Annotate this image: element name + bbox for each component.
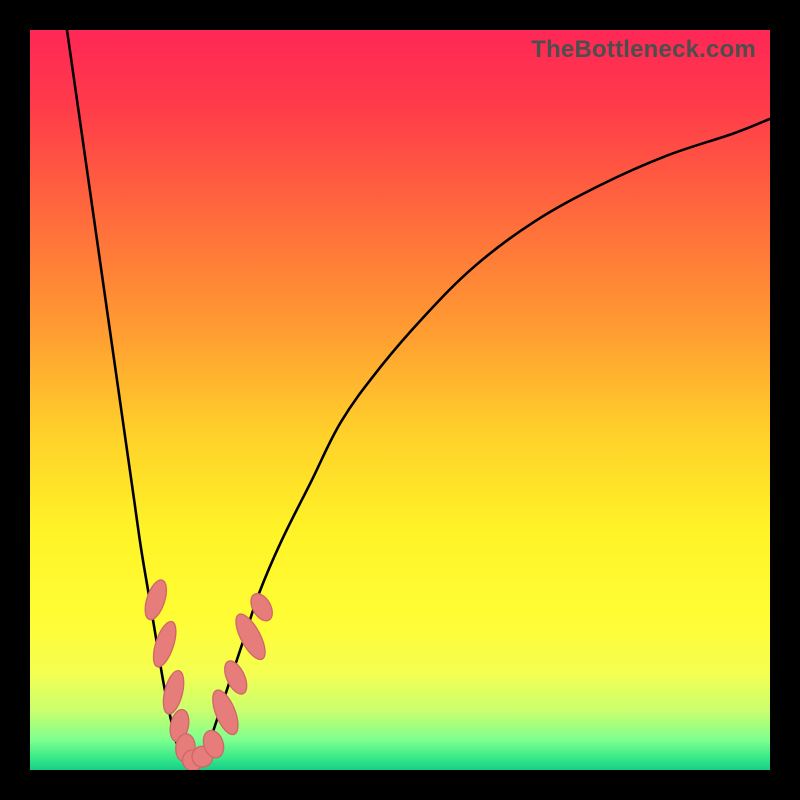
plot-area: TheBottleneck.com <box>30 30 770 770</box>
curve-layer <box>30 30 770 770</box>
marker <box>160 669 188 716</box>
marker <box>220 658 251 698</box>
watermark-text: TheBottleneck.com <box>531 36 756 64</box>
marker <box>141 577 171 622</box>
chart-frame: TheBottleneck.com <box>0 0 800 800</box>
bottleneck-curve <box>67 30 770 770</box>
